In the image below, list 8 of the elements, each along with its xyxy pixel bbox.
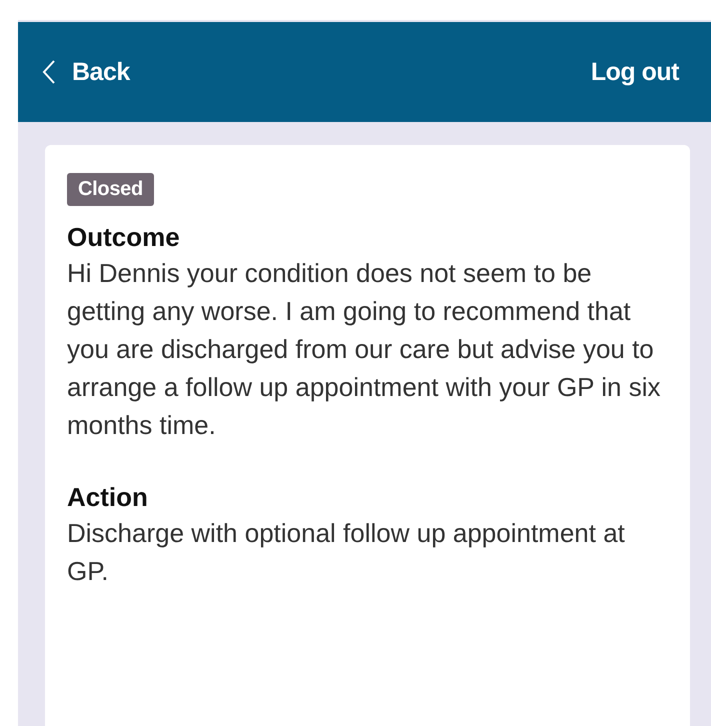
back-button[interactable]: Back: [42, 58, 130, 86]
chevron-left-icon: [42, 59, 56, 85]
section-heading: Action: [67, 481, 149, 514]
section-heading: Outcome: [67, 221, 181, 254]
logout-button[interactable]: Log out: [590, 58, 679, 86]
section-text: Discharge with optional follow up appointment at GP.: [67, 517, 626, 588]
status-badge: Closed: [67, 173, 154, 206]
section-text: Hi Dennis your condition does not seem to be getting any worse. I am going to recommend that you are discharged from our care but advise you to arrange a follow up appointment with your GP in six months time.: [67, 257, 662, 442]
